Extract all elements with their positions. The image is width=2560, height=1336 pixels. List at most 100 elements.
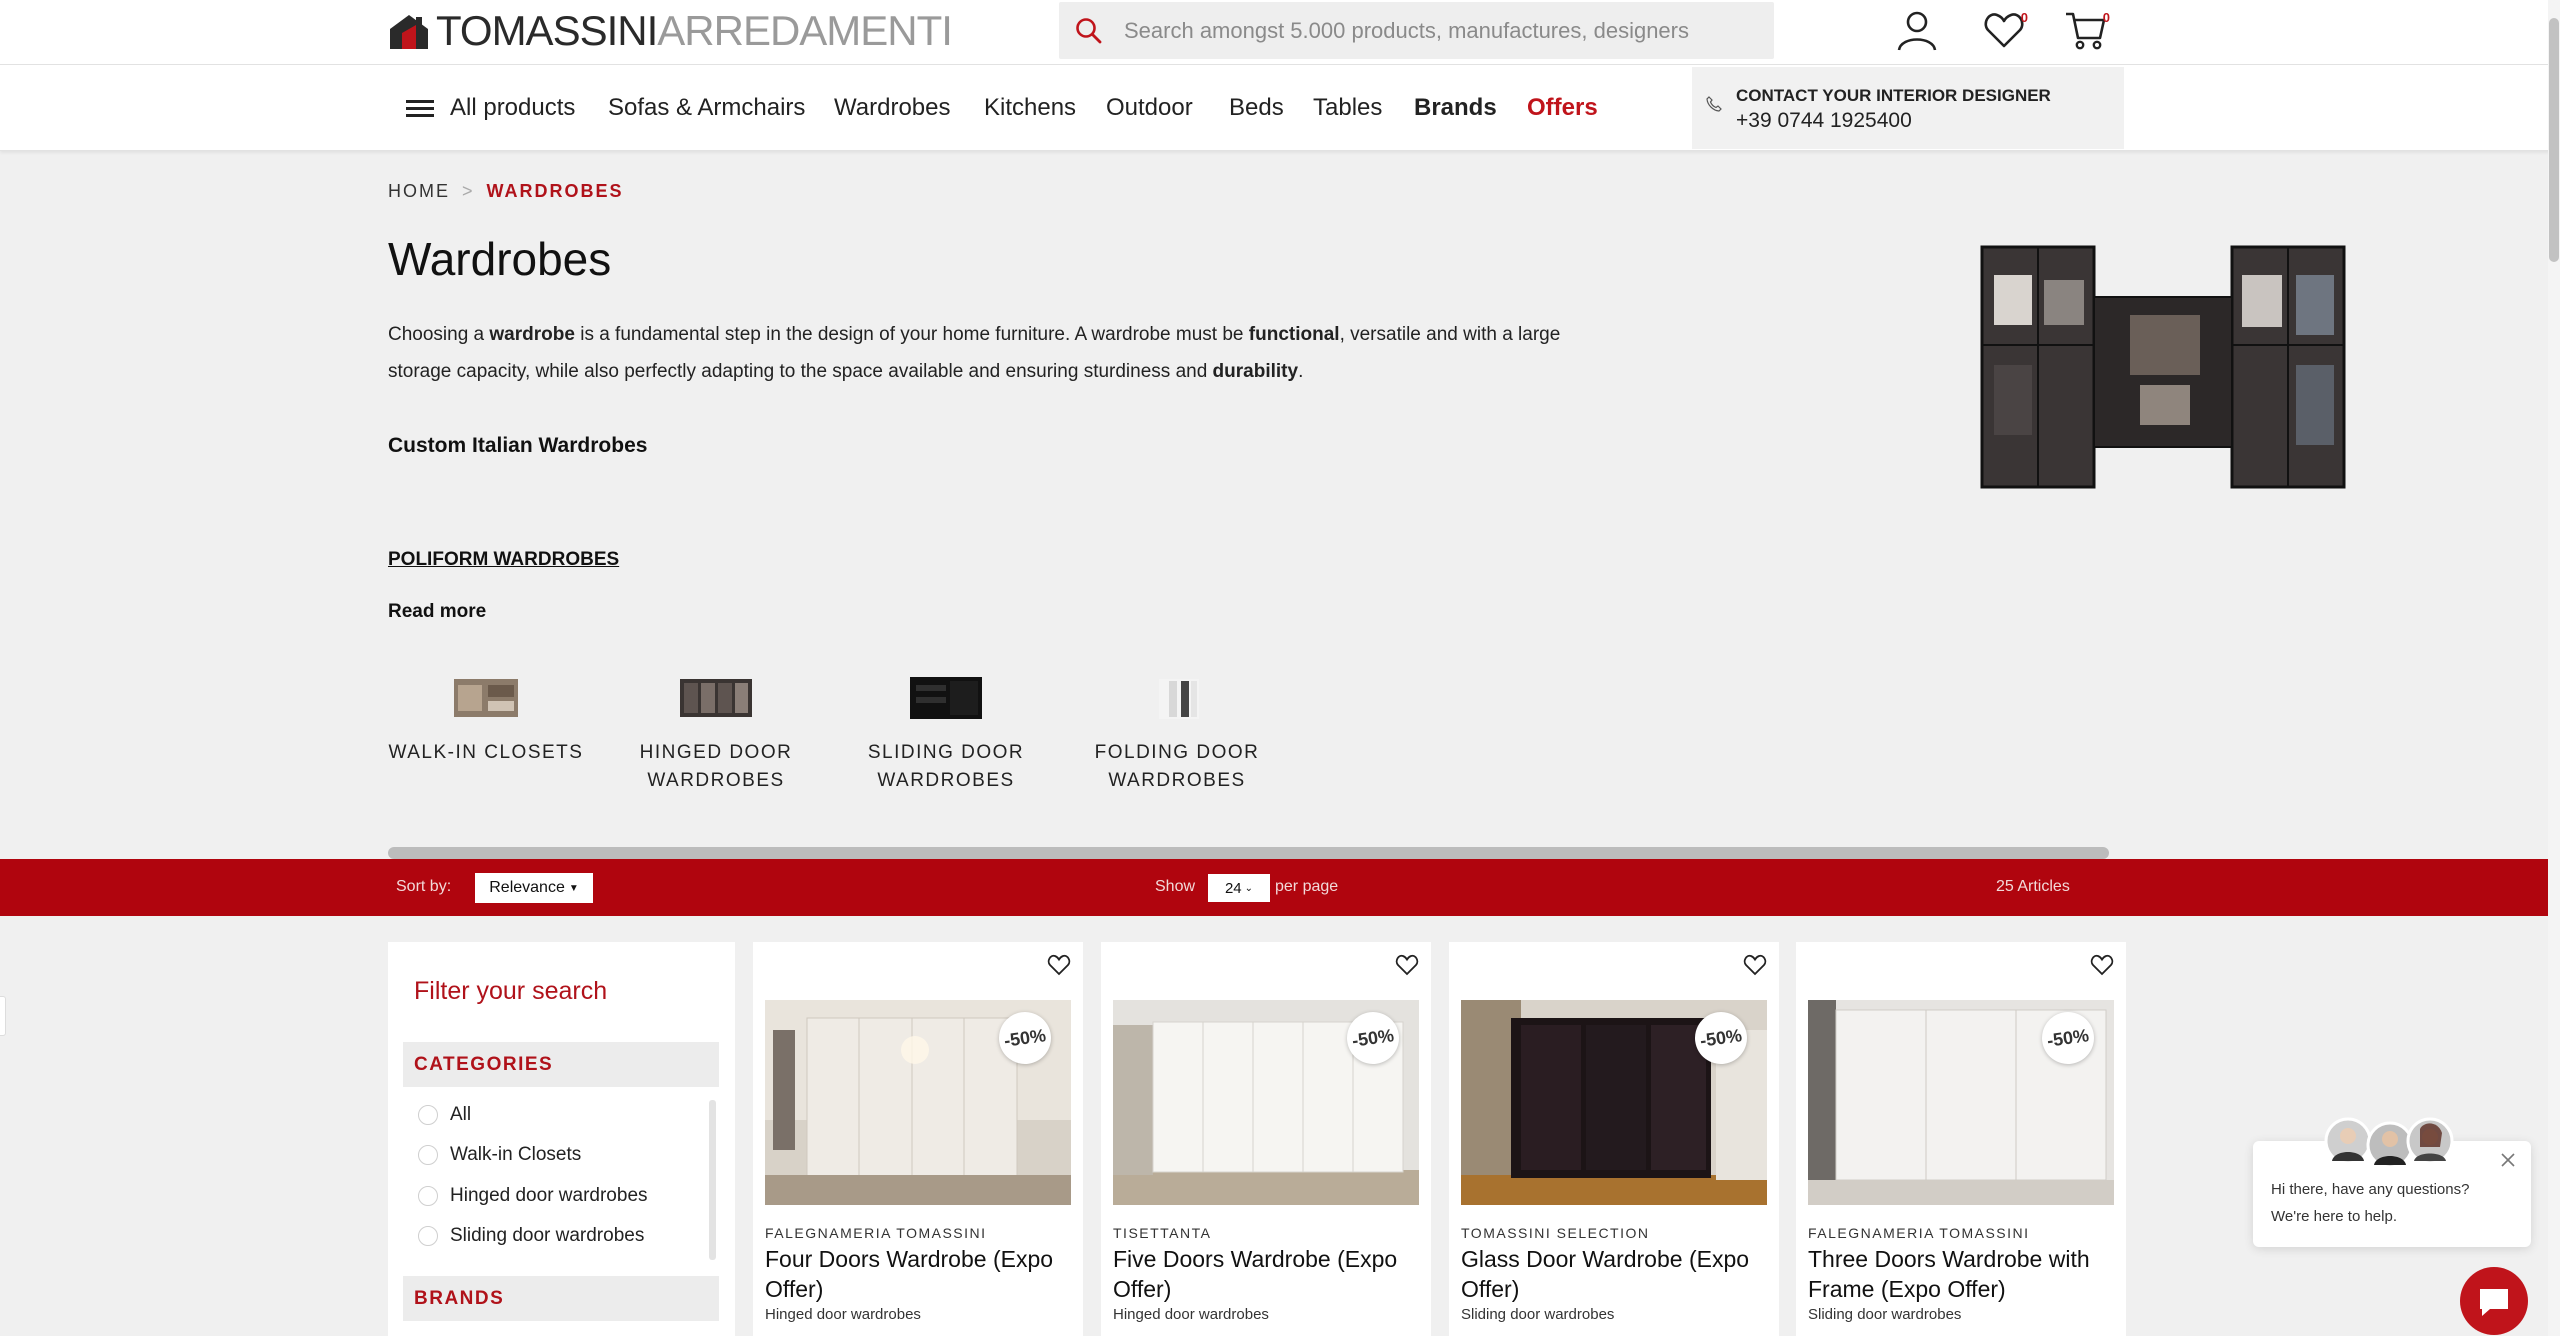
- radio-button[interactable]: [418, 1226, 438, 1246]
- radio-button[interactable]: [418, 1145, 438, 1165]
- chat-line-2: We're here to help.: [2271, 1208, 2397, 1225]
- contact-designer-box[interactable]: [1692, 67, 2124, 149]
- nav-item-outdoor[interactable]: Outdoor: [1106, 92, 1193, 124]
- category-label-line1: FOLDING DOOR: [1094, 742, 1260, 763]
- product-brand: FALEGNAMERIA TOMASSINI: [1808, 1225, 2030, 1241]
- product-name[interactable]: Five Doors Wardrobe (Expo Offer): [1113, 1244, 1428, 1304]
- filter-option-hinged-door[interactable]: Hinged door wardrobes: [418, 1185, 648, 1207]
- radio-button[interactable]: [418, 1186, 438, 1206]
- chat-line-1: Hi there, have any questions?: [2271, 1181, 2470, 1198]
- account-button[interactable]: [1891, 4, 1943, 56]
- product-image[interactable]: -50%: [1113, 1000, 1419, 1205]
- category-sliding-door-wardrobes[interactable]: SLIDING DOOR WARDROBES: [846, 675, 1046, 795]
- product-image[interactable]: -50%: [1461, 1000, 1767, 1205]
- walk-in-closet-hero-image: [1980, 245, 2346, 490]
- chat-bubble-icon: [2480, 1289, 2508, 1316]
- articles-count: 25 Articles: [1996, 878, 2070, 895]
- categories-filter-heading[interactable]: CATEGORIES: [403, 1042, 719, 1087]
- product-brand: FALEGNAMERIA TOMASSINI: [765, 1225, 987, 1241]
- product-name[interactable]: Four Doors Wardrobe (Expo Offer): [765, 1244, 1080, 1304]
- chat-greeting-text: Hi there, have any questions? We're here…: [2271, 1176, 2501, 1230]
- wishlist-heart-icon[interactable]: [1047, 953, 1071, 977]
- wishlist-heart-icon[interactable]: [1743, 953, 1767, 977]
- logo-house-icon: [388, 11, 430, 51]
- search-icon[interactable]: [1074, 16, 1104, 46]
- contact-title: CONTACT YOUR INTERIOR DESIGNER: [1736, 86, 2051, 105]
- wishlist-count-badge: 0: [2020, 10, 2028, 25]
- chat-close-icon[interactable]: [2498, 1150, 2518, 1170]
- nav-item-brands[interactable]: Brands: [1414, 92, 1497, 124]
- chat-launcher-button[interactable]: [2460, 1267, 2528, 1335]
- sort-select[interactable]: Relevance ▼: [475, 873, 593, 903]
- search-input[interactable]: [1124, 17, 1774, 44]
- category-label-line1: HINGED DOOR: [639, 742, 793, 763]
- filter-title: Filter your search: [414, 977, 608, 1005]
- intro-paragraph: Choosing a wardrobe is a fundamental ste…: [388, 324, 1561, 382]
- product-image[interactable]: -50%: [765, 1000, 1071, 1205]
- nav-item-sofas-armchairs[interactable]: Sofas & Armchairs: [608, 92, 805, 124]
- hinged-door-wardrobe-thumbnail: [680, 675, 752, 721]
- filter-option-walk-in-closets[interactable]: Walk-in Closets: [418, 1144, 581, 1166]
- filter-list-scrollbar[interactable]: [709, 1100, 716, 1260]
- product-category: Hinged door wardrobes: [765, 1306, 921, 1323]
- nav-item-beds[interactable]: Beds: [1229, 92, 1284, 124]
- product-image[interactable]: -50%: [1808, 1000, 2114, 1205]
- contact-phone-number[interactable]: +39 0744 1925400: [1736, 109, 1912, 133]
- section-subheading: Custom Italian Wardrobes: [388, 434, 648, 457]
- categories-heading-label: CATEGORIES: [414, 1054, 554, 1075]
- product-card[interactable]: -50% TISETTANTA Five Doors Wardrobe (Exp…: [1101, 942, 1431, 1336]
- search-bar[interactable]: [1059, 2, 1774, 59]
- product-name[interactable]: Three Doors Wardrobe with Frame (Expo Of…: [1808, 1244, 2123, 1304]
- nav-item-tables[interactable]: Tables: [1313, 92, 1382, 124]
- poliform-wardrobes-link[interactable]: POLIFORM WARDROBES: [388, 549, 619, 571]
- read-more-link[interactable]: Read more: [388, 601, 486, 623]
- product-card[interactable]: -50% FALEGNAMERIA TOMASSINI Three Doors …: [1796, 942, 2126, 1336]
- wishlist-heart-icon[interactable]: [1395, 953, 1419, 977]
- category-label-line2: WARDROBES: [877, 770, 1015, 791]
- product-category: Sliding door wardrobes: [1808, 1306, 1962, 1323]
- product-category: Hinged door wardrobes: [1113, 1306, 1269, 1323]
- wishlist-button[interactable]: 0: [1978, 4, 2030, 56]
- breadcrumb-separator: >: [462, 181, 475, 201]
- per-page-value: 24: [1224, 879, 1242, 897]
- product-brand: TISETTANTA: [1113, 1225, 1212, 1241]
- nav-item-offers[interactable]: Offers: [1527, 92, 1598, 124]
- sort-toolbar: [0, 859, 2548, 916]
- page-scrollbar-thumb[interactable]: [2549, 18, 2559, 262]
- per-page-select[interactable]: 24 ⌄: [1208, 874, 1270, 902]
- page-title: Wardrobes: [388, 233, 612, 285]
- brands-heading-label: BRANDS: [414, 1288, 505, 1309]
- filter-option-all[interactable]: All: [418, 1104, 471, 1126]
- cart-button[interactable]: 0: [2060, 4, 2112, 56]
- breadcrumb-current: WARDROBES: [486, 181, 624, 201]
- category-folding-door-wardrobes[interactable]: FOLDING DOOR WARDROBES: [1077, 675, 1277, 795]
- category-hinged-door-wardrobes[interactable]: HINGED DOOR WARDROBES: [616, 675, 816, 795]
- filter-option-label: Hinged door wardrobes: [450, 1185, 648, 1206]
- wishlist-heart-icon[interactable]: [2090, 953, 2114, 977]
- product-card[interactable]: -50% FALEGNAMERIA TOMASSINI Four Doors W…: [753, 942, 1083, 1336]
- chat-agent-avatars: [2324, 1117, 2454, 1169]
- radio-button[interactable]: [418, 1105, 438, 1125]
- nav-all-products[interactable]: All products: [450, 92, 575, 124]
- product-card[interactable]: -50% TOMASSINI SELECTION Glass Door Ward…: [1449, 942, 1779, 1336]
- category-walk-in-closets[interactable]: WALK-IN CLOSETS: [386, 675, 586, 767]
- product-name[interactable]: Glass Door Wardrobe (Expo Offer): [1461, 1244, 1776, 1304]
- per-page-label: per page: [1275, 878, 1339, 895]
- cart-icon: [2066, 12, 2106, 50]
- sliding-door-wardrobe-thumbnail: [910, 675, 982, 721]
- nav-item-kitchens[interactable]: Kitchens: [984, 92, 1076, 124]
- sort-select-value: Relevance: [489, 879, 565, 896]
- side-feedback-tab[interactable]: [0, 996, 6, 1036]
- nav-item-wardrobes[interactable]: Wardrobes: [834, 92, 950, 124]
- phone-icon: [1706, 96, 1722, 112]
- site-logo[interactable]: TOMASSINIARREDAMENTI: [388, 8, 953, 53]
- user-icon: [1897, 11, 1937, 51]
- filter-option-sliding-door[interactable]: Sliding door wardrobes: [418, 1225, 644, 1247]
- category-label-line1: SLIDING DOOR: [867, 742, 1025, 763]
- brands-filter-heading[interactable]: BRANDS: [403, 1276, 719, 1321]
- breadcrumb-home-link[interactable]: HOME: [388, 181, 450, 202]
- filter-option-label: Sliding door wardrobes: [450, 1225, 645, 1246]
- walk-in-closet-thumbnail: [450, 675, 522, 721]
- hamburger-menu-icon[interactable]: [404, 93, 436, 123]
- category-carousel-scrollbar[interactable]: [388, 847, 2109, 859]
